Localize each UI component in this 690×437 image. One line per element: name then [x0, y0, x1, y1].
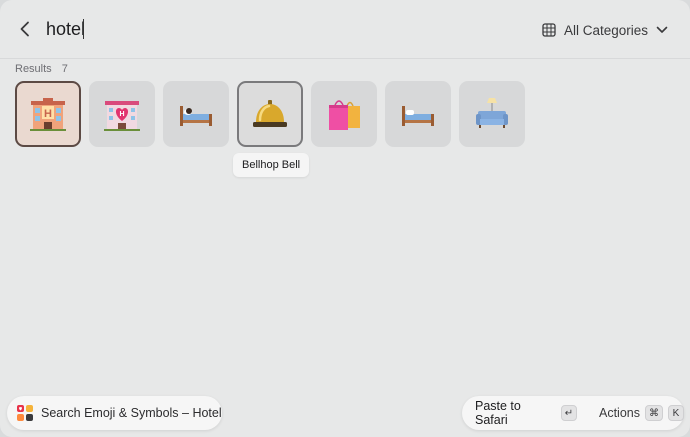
- emoji-tile-hotel[interactable]: H: [15, 81, 81, 147]
- emoji-tile-love-hotel[interactable]: H: [89, 81, 155, 147]
- bed-emoji-icon: [402, 106, 434, 126]
- paste-to-safari-button[interactable]: Paste to Safari ↵: [475, 399, 577, 427]
- search-header: All Categories: [0, 0, 690, 58]
- emoji-tile-bellhop-bell[interactable]: [237, 81, 303, 147]
- text-caret: [83, 19, 84, 39]
- grid-icon: [542, 23, 556, 37]
- command-key-hint: ⌘: [645, 405, 663, 421]
- hotel-emoji-icon: H: [30, 98, 66, 131]
- paste-to-safari-label: Paste to Safari: [475, 399, 521, 427]
- actions-label: Actions: [599, 406, 640, 420]
- command-title: Search Emoji & Symbols – Hotel: [41, 406, 222, 420]
- results-count: 7: [61, 63, 68, 75]
- action-bar: Paste to Safari ↵ Actions ⌘ K: [462, 396, 684, 430]
- command-title-pill[interactable]: Search Emoji & Symbols – Hotel: [7, 396, 222, 430]
- emoji-results-grid: H H: [15, 81, 525, 147]
- search-input[interactable]: [46, 16, 406, 42]
- category-dropdown[interactable]: All Categories: [542, 18, 668, 42]
- emoji-symbols-app-icon: [17, 405, 33, 421]
- results-label: Results: [15, 63, 52, 75]
- emoji-tile-shopping-bags[interactable]: [311, 81, 377, 147]
- svg-text:H: H: [44, 108, 52, 120]
- emoji-tile-bed[interactable]: [385, 81, 451, 147]
- actions-button[interactable]: Actions ⌘ K: [599, 405, 684, 421]
- return-key-hint: ↵: [560, 405, 577, 421]
- bellhop-bell-emoji-icon: [253, 100, 287, 127]
- chevron-left-icon: [20, 21, 29, 37]
- love-hotel-emoji-icon: H: [104, 101, 140, 131]
- shopping-bags-emoji-icon: [329, 100, 360, 130]
- person-in-bed-emoji-icon: [180, 106, 212, 126]
- emoji-tile-person-in-bed[interactable]: [163, 81, 229, 147]
- back-button[interactable]: [14, 18, 36, 40]
- emoji-tooltip: Bellhop Bell: [233, 153, 310, 177]
- chevron-down-icon: [656, 26, 668, 33]
- emoji-tile-couch-and-lamp[interactable]: [459, 81, 525, 147]
- svg-text:H: H: [119, 111, 124, 118]
- couch-and-lamp-emoji-icon: [476, 98, 508, 128]
- results-header: Results 7: [15, 63, 68, 75]
- header-divider: [0, 58, 690, 59]
- category-selected-label: All Categories: [563, 22, 648, 38]
- k-key-hint: K: [668, 405, 684, 421]
- emoji-search-window: All Categories Results 7 H: [0, 0, 690, 437]
